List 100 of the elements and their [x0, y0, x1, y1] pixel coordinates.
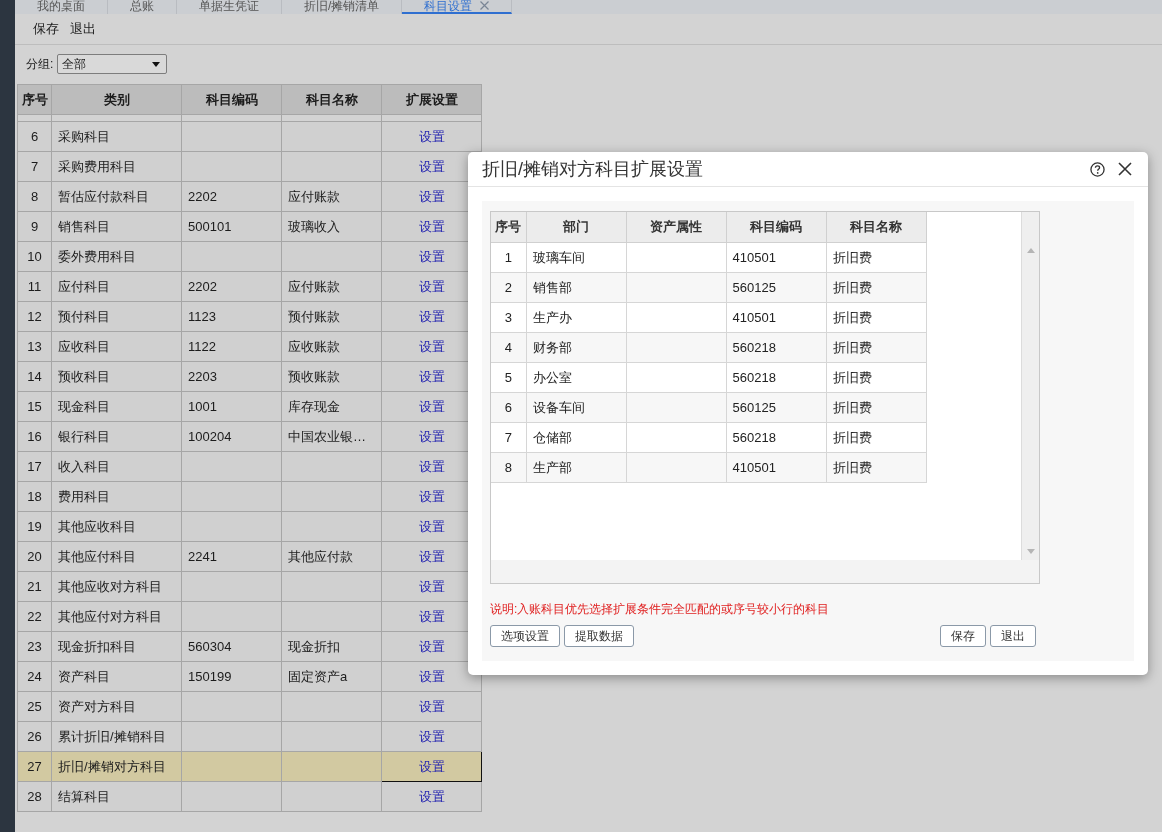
filter-label: 分组:	[26, 55, 54, 73]
row-number: 7	[17, 151, 52, 182]
table-cell: 现金折扣	[281, 631, 382, 662]
row-number: 21	[17, 571, 52, 602]
grid-cell: 财务部	[526, 332, 626, 363]
table-cell: 预付科目	[51, 301, 182, 332]
settings-link[interactable]: 设置	[418, 548, 445, 564]
dialog-button[interactable]: 提取数据	[564, 625, 634, 647]
row-number: 1	[491, 242, 526, 273]
triangle-down-icon[interactable]	[1026, 549, 1035, 554]
settings-link[interactable]: 设置	[418, 638, 445, 654]
settings-link[interactable]: 设置	[418, 128, 445, 144]
column-header: 序号	[491, 212, 526, 243]
grid-cell: 410501	[726, 452, 826, 483]
settings-link[interactable]: 设置	[418, 278, 445, 294]
tab[interactable]: 折旧/摊销清单	[282, 0, 403, 14]
settings-link[interactable]: 设置	[418, 488, 445, 504]
row-number: 13	[17, 331, 52, 362]
table-cell: 折旧/摊销对方科目	[51, 751, 182, 782]
settings-link[interactable]: 设置	[418, 188, 445, 204]
grid-cell: 410501	[726, 242, 826, 273]
table-row[interactable]: 26 累计折旧/摊销科目 设置	[17, 721, 482, 752]
table-cell: 资产对方科目	[51, 691, 182, 722]
table-row[interactable]: 28 结算科目 设置	[17, 781, 482, 812]
table-cell: 其他应付对方科目	[51, 601, 182, 632]
row-number: 4	[491, 332, 526, 363]
settings-link[interactable]: 设置	[418, 338, 445, 354]
table-cell: 其他应付科目	[51, 541, 182, 572]
row-number: 16	[17, 421, 52, 452]
help-icon[interactable]	[1090, 161, 1105, 177]
table-cell: 结算科目	[51, 781, 182, 812]
table-cell: 其他应付款	[281, 541, 382, 572]
table-row[interactable]: 25 资产对方科目 设置	[17, 691, 482, 722]
row-number: 20	[17, 541, 52, 572]
table-cell: 现金折扣科目	[51, 631, 182, 662]
settings-link[interactable]: 设置	[418, 218, 445, 234]
table-row[interactable]: 27 折旧/摊销对方科目 设置	[17, 751, 482, 782]
settings-link[interactable]: 设置	[418, 668, 445, 684]
grid-cell: 560218	[726, 332, 826, 363]
table-cell: 1122	[181, 331, 282, 362]
settings-link[interactable]: 设置	[418, 608, 445, 624]
table-cell: 应收科目	[51, 331, 182, 362]
row-number: 22	[17, 601, 52, 632]
settings-link[interactable]: 设置	[418, 398, 445, 414]
row-number: 9	[17, 211, 52, 242]
settings-link[interactable]: 设置	[418, 368, 445, 384]
triangle-up-icon[interactable]	[1026, 248, 1035, 253]
grid-cell: 生产部	[526, 452, 626, 483]
column-header: 部门	[526, 212, 626, 243]
settings-link[interactable]: 设置	[418, 158, 445, 174]
dialog-title: 折旧/摊销对方科目扩展设置	[482, 158, 704, 181]
table-row[interactable]: 6 采购科目 设置	[17, 121, 482, 152]
close-icon[interactable]	[1118, 162, 1132, 176]
grid-cell: 560218	[726, 422, 826, 453]
scrollbar-track[interactable]	[1021, 212, 1039, 560]
toolbar-button[interactable]: 退出	[70, 20, 96, 38]
tab[interactable]: 总账	[108, 0, 177, 14]
table-cell: 500101	[181, 211, 282, 242]
grid-cell: 折旧费	[826, 302, 926, 333]
row-number: 28	[17, 781, 52, 812]
tab[interactable]: 单据生凭证	[177, 0, 282, 14]
table-cell: 资产科目	[51, 661, 182, 692]
grid-cell: 560125	[726, 272, 826, 303]
settings-link[interactable]: 设置	[418, 248, 445, 264]
settings-link[interactable]: 设置	[418, 578, 445, 594]
settings-link[interactable]: 设置	[418, 758, 445, 774]
row-number: 7	[491, 422, 526, 453]
table-cell: 150199	[181, 661, 282, 692]
tab[interactable]: 我的桌面	[15, 0, 108, 14]
column-header: 科目名称	[281, 84, 382, 115]
table-cell: 固定资产a	[281, 661, 382, 692]
row-number: 8	[17, 181, 52, 212]
grid-cell: 销售部	[526, 272, 626, 303]
table-cell: 1123	[181, 301, 282, 332]
group-select[interactable]: 全部	[57, 54, 168, 74]
settings-link[interactable]: 设置	[418, 518, 445, 534]
settings-link[interactable]: 设置	[418, 308, 445, 324]
table-row[interactable]: 24 资产科目 150199 固定资产a 设置	[17, 661, 482, 692]
dialog-button[interactable]: 选项设置	[490, 625, 560, 647]
toolbar-button[interactable]: 保存	[33, 20, 59, 38]
dialog-button[interactable]: 退出	[990, 625, 1036, 647]
table-cell: 2241	[181, 541, 282, 572]
grid-cell: 折旧费	[826, 332, 926, 363]
row-number: 25	[17, 691, 52, 722]
dialog-button[interactable]: 保存	[940, 625, 986, 647]
settings-link[interactable]: 设置	[418, 728, 445, 744]
settings-link[interactable]: 设置	[418, 698, 445, 714]
table-cell: 2202	[181, 181, 282, 212]
row-number: 14	[17, 361, 52, 392]
table-cell: 库存现金	[281, 391, 382, 422]
column-header: 资产属性	[626, 212, 726, 243]
table-cell: 应付科目	[51, 271, 182, 302]
settings-link[interactable]: 设置	[418, 428, 445, 444]
table-cell: 现金科目	[51, 391, 182, 422]
grid-cell: 折旧费	[826, 392, 926, 423]
table-cell: 应收账款	[281, 331, 382, 362]
settings-link[interactable]: 设置	[418, 458, 445, 474]
row-number: 23	[17, 631, 52, 662]
settings-link[interactable]: 设置	[418, 788, 445, 804]
table-cell: 暂估应付款科目	[51, 181, 182, 212]
